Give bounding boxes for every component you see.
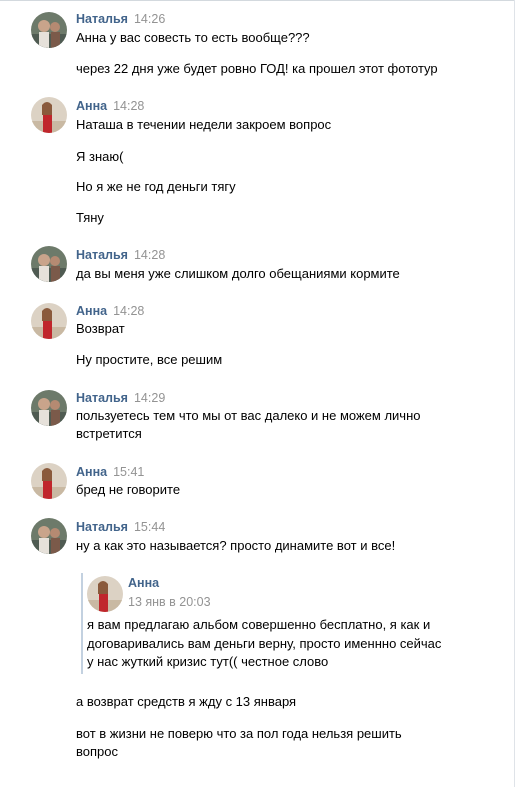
message-header: Анна 14:28 [76,303,144,319]
message-header: Наталья 14:26 [76,11,165,27]
message-time[interactable]: 15:41 [113,465,144,479]
forwarded-quote-bar [81,573,83,674]
message-time[interactable]: 14:28 [134,248,165,262]
forwarded-text: договаривались вам деньги верну, просто … [87,636,442,651]
message-text: Анна у вас совесть то есть вообще??? [76,30,310,45]
message-text: через 22 дня уже будет ровно ГОД! ка про… [76,61,438,76]
message-time[interactable]: 14:28 [113,304,144,318]
sender-name[interactable]: Наталья [76,12,128,26]
sender-name[interactable]: Наталья [76,391,128,405]
sender-name[interactable]: Наталья [76,248,128,262]
avatar-anna[interactable] [31,97,67,133]
avatar-natalia[interactable] [31,12,67,48]
sender-name[interactable]: Анна [76,304,107,318]
message-text: Тяну [76,210,104,225]
message-text: вот в жизни не поверю что за пол года не… [76,726,402,741]
top-divider [0,0,514,1]
message-header: Анна 15:41 [76,464,144,480]
message-text: а возврат средств я жду с 13 января [76,694,297,709]
message-text: встретится [76,426,142,441]
forwarded-text: я вам предлагаю альбом совершенно беспла… [87,617,431,632]
message-text: Возврат [76,321,125,336]
message-time[interactable]: 14:26 [134,12,165,26]
message-text: Но я же не год деньги тягу [76,179,236,194]
avatar-natalia[interactable] [31,390,67,426]
message-text: ну а как это называется? просто динамите… [76,538,396,553]
forwarded-date[interactable]: 13 янв в 20:03 [128,594,211,610]
message-text: Я знаю( [76,149,124,164]
message-text: пользуетесь тем что мы от вас далеко и н… [76,408,421,423]
avatar-natalia[interactable] [31,518,67,554]
avatar-anna[interactable] [31,303,67,339]
avatar-anna[interactable] [31,463,67,499]
forwarded-avatar-anna[interactable] [87,576,123,612]
message-time[interactable]: 15:44 [134,520,165,534]
forwarded-sender-name[interactable]: Анна [128,575,159,591]
avatar-natalia[interactable] [31,246,67,282]
sender-name[interactable]: Наталья [76,520,128,534]
message-header: Наталья 14:28 [76,247,165,263]
message-header: Анна 14:28 [76,98,144,114]
forwarded-text: у нас жуткий кризис тут(( честное слово [87,654,329,669]
message-text: Ну простите, все решим [76,352,223,367]
sender-name[interactable]: Анна [76,99,107,113]
message-text: вопрос [76,744,118,759]
right-edge-divider [514,0,515,787]
message-text: да вы меня уже слишком долго обещаниями … [76,266,400,281]
message-header: Наталья 15:44 [76,519,165,535]
message-text: бред не говорите [76,482,181,497]
message-time[interactable]: 14:28 [113,99,144,113]
message-text: Наташа в течении недели закроем вопрос [76,117,332,132]
message-header: Наталья 14:29 [76,390,165,406]
sender-name[interactable]: Анна [76,465,107,479]
message-time[interactable]: 14:29 [134,391,165,405]
